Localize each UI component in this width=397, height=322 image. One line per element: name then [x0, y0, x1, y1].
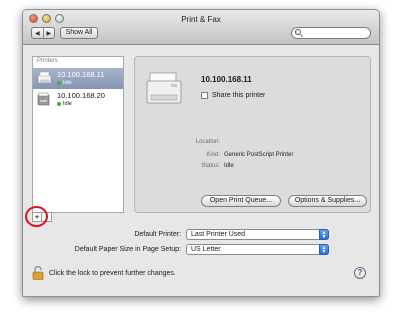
printer-icon	[146, 72, 182, 104]
default-printer-label: Default Printer:	[134, 231, 181, 238]
printer-name: 10.100.168.20	[57, 91, 105, 100]
printer-status-text: Idle	[63, 101, 72, 107]
printer-detail-panel: 10.100.168.11 Share this printer Locatio…	[134, 56, 371, 213]
share-printer-label: Share this printer	[212, 92, 266, 99]
title-bar: Print & Fax ◀ ▶ Show All	[23, 10, 379, 45]
paper-size-popup[interactable]: US Letter ▲ ▼	[186, 244, 329, 255]
popup-arrows-icon: ▲ ▼	[319, 244, 329, 255]
kind-row: Kind: Generic PostScript Printer	[135, 152, 372, 161]
location-label: Location:	[195, 139, 220, 145]
share-printer-checkbox[interactable]	[201, 92, 208, 99]
printer-name: 10.100.168.11	[57, 70, 105, 79]
kind-label: Kind:	[206, 152, 220, 158]
printer-status: Idle	[57, 80, 72, 86]
highlight-circle	[25, 206, 48, 227]
default-printer-value: Last Printer Used	[191, 231, 246, 238]
default-printer-popup[interactable]: Last Printer Used ▲ ▼	[186, 229, 329, 240]
printer-icon	[37, 71, 52, 84]
printer-list[interactable]: Printers 10.100.168.11 Idle 10.100.168.2…	[32, 56, 124, 213]
lock-icon[interactable]	[32, 266, 44, 280]
popup-arrows-icon: ▲ ▼	[319, 229, 329, 240]
status-value: Idle	[224, 163, 234, 169]
show-all-button[interactable]: Show All	[60, 27, 98, 39]
open-print-queue-button[interactable]: Open Print Queue...	[201, 195, 281, 207]
search-field[interactable]	[291, 27, 371, 39]
share-printer-option[interactable]: Share this printer	[201, 92, 265, 99]
help-button[interactable]: ?	[354, 267, 366, 279]
paper-size-label: Default Paper Size in Page Setup:	[74, 246, 181, 253]
paper-size-value: US Letter	[191, 246, 221, 253]
location-row: Location:	[135, 139, 372, 148]
idle-status-dot-icon	[57, 102, 61, 106]
lock-message: Click the lock to prevent further change…	[49, 270, 176, 277]
chevron-left-icon[interactable]: ◀	[32, 28, 43, 38]
selected-printer-name: 10.100.168.11	[201, 75, 252, 84]
status-label: Status:	[201, 163, 220, 169]
chevron-right-icon[interactable]: ▶	[42, 28, 55, 38]
printer-list-header: Printers	[37, 58, 58, 64]
window-title: Print & Fax	[181, 15, 221, 24]
printer-list-item[interactable]: 10.100.168.11 Idle	[33, 68, 123, 89]
print-fax-window: Print & Fax ◀ ▶ Show All Printers 10.100…	[22, 9, 380, 297]
back-forward-control: ◀ ▶	[31, 27, 55, 39]
idle-status-dot-icon	[57, 81, 61, 85]
options-supplies-button[interactable]: Options & Supplies...	[288, 195, 367, 207]
magnifier-icon	[295, 29, 301, 35]
printer-list-item[interactable]: 10.100.168.20 Idle	[33, 89, 123, 110]
status-row: Status: Idle	[135, 163, 372, 172]
printer-status: Idle	[57, 101, 72, 107]
printer-status-text: Idle	[63, 80, 72, 86]
kind-value: Generic PostScript Printer	[224, 152, 294, 158]
printer-icon	[37, 92, 50, 106]
